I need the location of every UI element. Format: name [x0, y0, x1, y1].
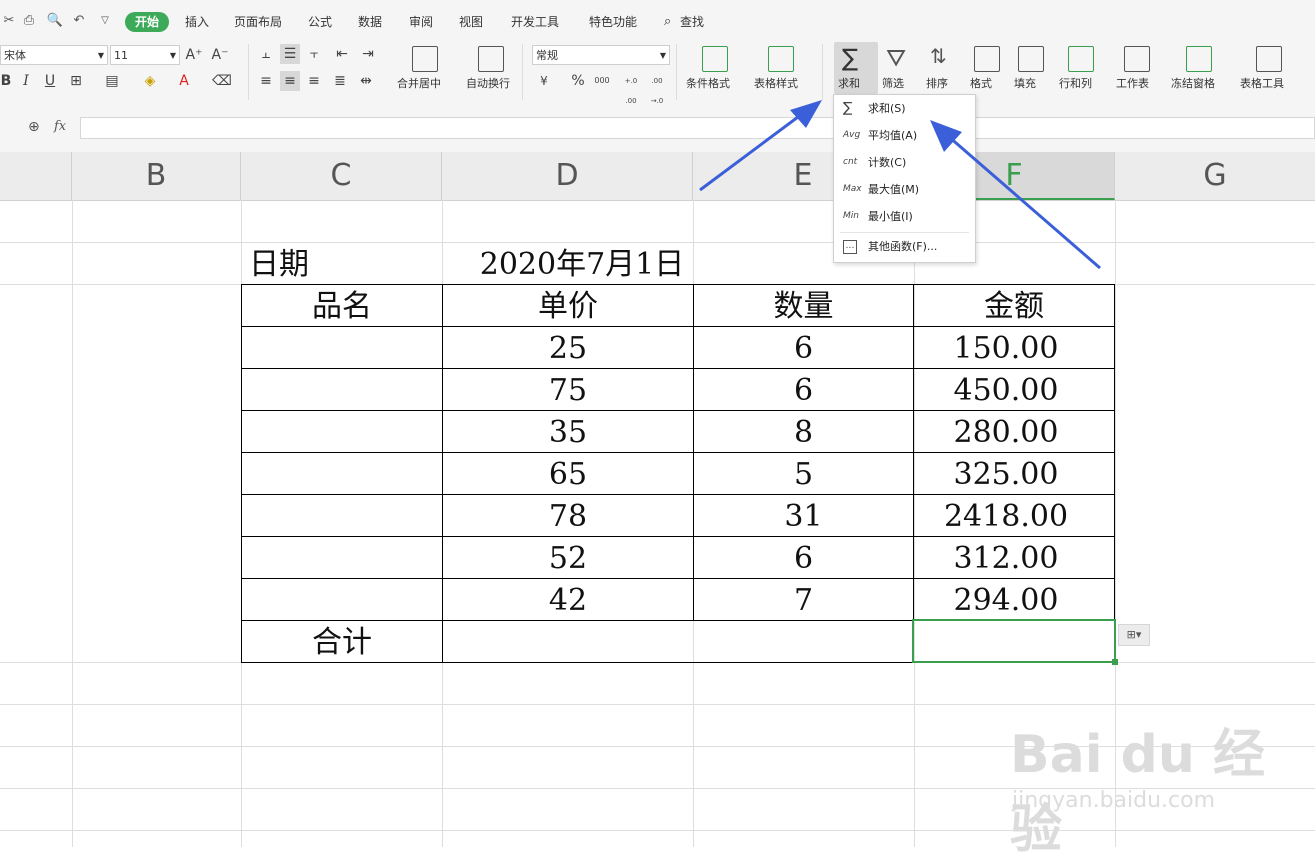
arrow-to-sum-item	[930, 120, 1101, 270]
baidu-watermark-url: jingyan.baidu.com	[1012, 788, 1216, 813]
arrow-to-sum-button	[699, 100, 822, 192]
baidu-watermark: Bai du 经验	[1010, 725, 1265, 860]
